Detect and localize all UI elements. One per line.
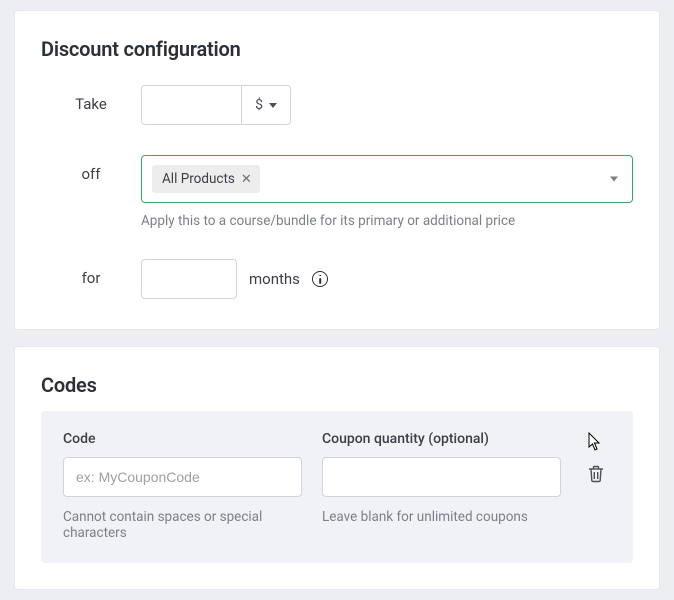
off-label: off [41,155,141,183]
remove-chip-icon[interactable]: ✕ [241,173,252,186]
off-helper-text: Apply this to a course/bundle for its pr… [141,213,633,229]
code-entry-block: Code Cannot contain spaces or special ch… [41,411,633,563]
code-field-label: Code [63,431,302,447]
code-input[interactable] [63,457,302,497]
discount-config-title: Discount configuration [41,37,633,61]
quantity-input[interactable] [322,457,561,497]
currency-value: $ [255,97,263,113]
chevron-down-icon [269,103,277,108]
off-row: off All Products ✕ Apply this to a cours… [41,155,633,229]
take-label: Take [41,85,141,113]
info-icon[interactable] [312,271,328,287]
codes-title: Codes [41,373,633,397]
delete-code-button[interactable] [584,461,608,490]
take-amount-input[interactable] [141,85,241,125]
chevron-down-icon[interactable] [610,177,618,182]
products-multiselect[interactable]: All Products ✕ [141,155,633,203]
product-chip: All Products ✕ [152,165,260,193]
codes-card: Codes Code Cannot contain spaces or spec… [14,346,660,590]
take-row: Take $ [41,85,633,125]
quantity-field-label: Coupon quantity (optional) [322,431,561,447]
currency-select[interactable]: $ [241,85,291,125]
for-duration-input[interactable] [141,259,237,299]
for-label: for [41,259,141,287]
discount-config-card: Discount configuration Take $ off [14,10,660,330]
quantity-column: Coupon quantity (optional) Leave blank f… [322,431,561,525]
for-unit-label: months [249,270,300,288]
trash-icon [588,465,604,483]
code-helper-text: Cannot contain spaces or special charact… [63,509,302,541]
for-row: for months [41,259,633,299]
code-column: Code Cannot contain spaces or special ch… [63,431,302,541]
product-chip-label: All Products [162,171,235,187]
quantity-helper-text: Leave blank for unlimited coupons [322,509,561,525]
